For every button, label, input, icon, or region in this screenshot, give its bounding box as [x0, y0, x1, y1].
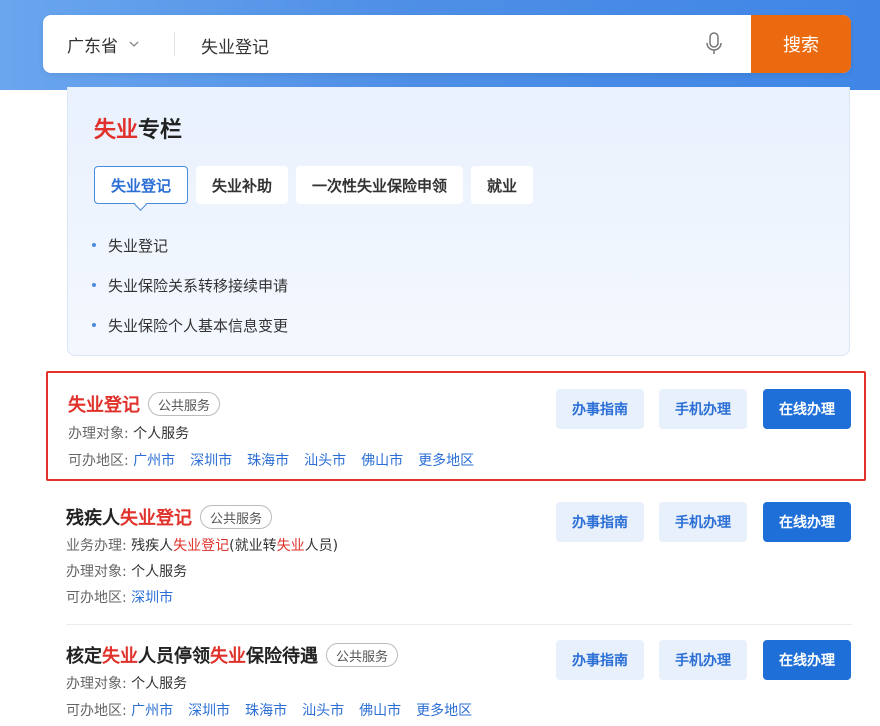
mobile-handle-button[interactable]: 手机办理	[659, 640, 747, 680]
more-regions-link[interactable]: 更多地区	[418, 450, 474, 470]
online-handle-button[interactable]: 在线办理	[763, 389, 851, 429]
region-link[interactable]: 珠海市	[247, 450, 289, 470]
list-item[interactable]: 失业登记	[92, 225, 288, 265]
guide-button[interactable]: 办事指南	[556, 640, 644, 680]
column-item-list: 失业登记 失业保险关系转移接续申请 失业保险个人基本信息变更	[92, 225, 288, 345]
result-card: 残疾人 失业登记 公共服务 业务办理: 残疾人 失业登记 (就业转 失业 人员) 办理对象…	[46, 488, 866, 622]
online-handle-button[interactable]: 在线办理	[763, 502, 851, 542]
result-divider	[66, 624, 852, 625]
bullet-icon	[92, 243, 96, 247]
province-label: 广东省	[67, 36, 118, 57]
chevron-down-icon	[129, 41, 139, 47]
guide-button[interactable]: 办事指南	[556, 389, 644, 429]
region-link[interactable]: 佛山市	[359, 700, 401, 720]
tab-unemployment-subsidy[interactable]: 失业补助	[196, 166, 289, 204]
region-link[interactable]: 汕头市	[302, 700, 344, 720]
target-row: 办理对象: 个人服务	[66, 564, 188, 580]
search-button[interactable]: 搜索	[751, 15, 851, 73]
service-badge: 公共服务	[200, 505, 273, 529]
search-input[interactable]	[199, 15, 683, 75]
microphone-icon[interactable]	[703, 31, 725, 57]
region-link[interactable]: 珠海市	[245, 700, 287, 720]
service-badge: 公共服务	[148, 392, 221, 416]
target-row: 办理对象: 个人服务	[66, 676, 188, 692]
region-row: 可办地区: 广州市 深圳市 珠海市 汕头市 佛山市 更多地区	[66, 700, 487, 720]
result-title[interactable]: 残疾人 失业登记 公共服务	[66, 504, 273, 530]
bullet-icon	[92, 283, 96, 287]
online-handle-button[interactable]: 在线办理	[763, 640, 851, 680]
business-row: 业务办理: 残疾人 失业登记 (就业转 失业 人员)	[66, 538, 339, 554]
search-bar: 广东省 搜索	[43, 15, 851, 75]
region-link[interactable]: 广州市	[133, 450, 175, 470]
service-badge: 公共服务	[326, 643, 399, 667]
region-link[interactable]: 佛山市	[361, 450, 403, 470]
tab-employment[interactable]: 就业	[471, 166, 534, 204]
region-link[interactable]: 深圳市	[188, 700, 230, 720]
mobile-handle-button[interactable]: 手机办理	[659, 389, 747, 429]
tab-one-time-insurance-claim[interactable]: 一次性失业保险申领	[296, 166, 464, 204]
result-card: 失业登记 公共服务 办理对象: 个人服务 可办地区: 广州市 深圳市 珠海市 汕…	[46, 371, 866, 481]
column-title: 失业专栏	[94, 118, 183, 143]
mobile-handle-button[interactable]: 手机办理	[659, 502, 747, 542]
result-title[interactable]: 失业登记 公共服务	[68, 391, 221, 417]
tab-unemployment-registration[interactable]: 失业登记	[94, 166, 189, 204]
more-regions-link[interactable]: 更多地区	[416, 700, 472, 720]
region-row: 可办地区: 广州市 深圳市 珠海市 汕头市 佛山市 更多地区	[68, 450, 489, 470]
province-selector[interactable]: 广东省	[67, 15, 140, 73]
region-link[interactable]: 广州市	[131, 700, 173, 720]
topic-column-panel: 失业专栏 失业登记 失业补助 一次性失业保险申领 就业 失业登记 失业保险关系转…	[67, 87, 850, 356]
search-divider	[174, 32, 175, 56]
list-item[interactable]: 失业保险关系转移接续申请	[92, 265, 288, 305]
result-title[interactable]: 核定 失业 人员停领 失业 保险待遇 公共服务	[66, 642, 399, 668]
region-link[interactable]: 深圳市	[190, 450, 232, 470]
region-link[interactable]: 汕头市	[304, 450, 346, 470]
bullet-icon	[92, 323, 96, 327]
list-item[interactable]: 失业保险个人基本信息变更	[92, 305, 288, 345]
target-row: 办理对象: 个人服务	[68, 426, 190, 442]
region-row: 可办地区: 深圳市	[66, 587, 188, 607]
result-card: 核定 失业 人员停领 失业 保险待遇 公共服务 办理对象: 个人服务 可办地区: 广州市…	[46, 626, 866, 726]
region-link[interactable]: 深圳市	[131, 587, 173, 607]
guide-button[interactable]: 办事指南	[556, 502, 644, 542]
column-tabs: 失业登记 失业补助 一次性失业保险申领 就业	[94, 166, 541, 204]
